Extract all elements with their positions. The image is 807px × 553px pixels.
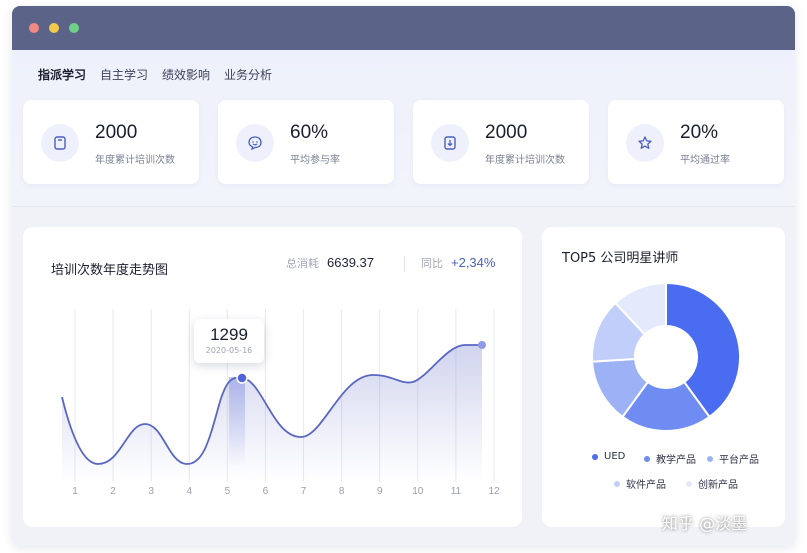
x-tick-label: 10 <box>412 486 424 497</box>
stat-value: 2000 <box>95 122 138 143</box>
legend-item-software[interactable]: 软件产品 <box>614 476 666 491</box>
x-tick-label: 2 <box>110 486 116 497</box>
stat-value: 20% <box>680 122 719 143</box>
x-tick-label: 3 <box>148 486 154 497</box>
legend-swatch <box>707 455 713 462</box>
tooltip-date: 2020-05-16 <box>205 346 253 355</box>
legend-label: 教学产品 <box>656 455 696 466</box>
legend-label: 平台产品 <box>719 455 759 466</box>
legend-label: 软件产品 <box>626 480 666 491</box>
x-tick-label: 1 <box>72 486 78 497</box>
legend-swatch <box>614 480 620 487</box>
tooltip-value: 1299 <box>210 325 248 344</box>
tab-bar: 指派学习 自主学习 绩效影响 业务分析 <box>38 66 272 83</box>
legend-item-teaching[interactable]: 教学产品 <box>644 451 696 466</box>
stat-label: 平均参与率 <box>290 155 340 166</box>
legend-item-innovation[interactable]: 创新产品 <box>686 476 738 491</box>
stat-label: 年度累计培训次数 <box>95 155 175 166</box>
legend-item-ued[interactable]: UED <box>592 451 625 462</box>
tab-self-learning[interactable]: 自主学习 <box>100 66 148 83</box>
legend-swatch <box>644 455 650 462</box>
minimize-window-button[interactable] <box>49 23 59 33</box>
x-tick-label: 5 <box>225 486 231 497</box>
trend-panel: 培训次数年度走势图 总消耗 6639.37 同比 +2,34% 1234567891… <box>23 227 522 527</box>
book-icon <box>41 124 79 162</box>
smile-icon <box>236 124 274 162</box>
x-tick-label: 11 <box>451 486 462 497</box>
stat-value: 2000 <box>485 122 528 143</box>
top5-panel: TOP5 公司明星讲师 UED 教学产品 平台产品 软件产品 创新产品 <box>542 227 785 527</box>
x-tick-label: 4 <box>186 486 192 497</box>
stat-card-participation-rate[interactable]: 60% 平均参与率 <box>218 100 394 184</box>
maximize-window-button[interactable] <box>69 23 79 33</box>
legend-swatch <box>592 453 598 460</box>
stat-card-annual-trainings-2[interactable]: 2000 年度累计培训次数 <box>413 100 589 184</box>
data-tooltip: 1299 2020-05-16 <box>194 319 264 363</box>
stat-label: 平均通过率 <box>680 155 730 166</box>
tab-business-analysis[interactable]: 业务分析 <box>224 66 272 83</box>
legend-label: UED <box>604 451 626 462</box>
overview-section: 指派学习 自主学习 绩效影响 业务分析 2000 年度累计培训次数 60% 平均… <box>12 50 795 206</box>
hover-band <box>229 377 245 467</box>
star-icon <box>626 124 664 162</box>
trend-line-chart: 1 2 3 4 5 6 7 8 9 10 11 12 <box>61 309 500 497</box>
legend-item-platform[interactable]: 平台产品 <box>707 451 759 466</box>
analytics-section: 培训次数年度走势图 总消耗 6639.37 同比 +2,34% 1234567891… <box>12 206 795 546</box>
tab-assigned-learning[interactable]: 指派学习 <box>38 66 86 83</box>
x-tick-label: 7 <box>301 486 307 497</box>
x-tick-label: 9 <box>377 486 383 497</box>
stat-label: 年度累计培训次数 <box>485 155 565 166</box>
legend-label: 创新产品 <box>698 480 738 491</box>
title-bar <box>12 6 795 50</box>
tab-performance-impact[interactable]: 绩效影响 <box>162 66 210 83</box>
x-tick-label: 12 <box>488 486 500 497</box>
highlight-point[interactable] <box>236 372 248 384</box>
stat-card-annual-trainings[interactable]: 2000 年度累计培训次数 <box>23 100 199 184</box>
legend-swatch <box>686 480 692 487</box>
stat-value: 60% <box>290 122 329 143</box>
end-point[interactable] <box>478 341 486 349</box>
stat-card-pass-rate[interactable]: 20% 平均通过率 <box>608 100 784 184</box>
app-window: 指派学习 自主学习 绩效影响 业务分析 2000 年度累计培训次数 60% 平均… <box>12 6 795 546</box>
x-tick-label: 8 <box>339 486 345 497</box>
close-window-button[interactable] <box>29 23 39 33</box>
x-tick-label: 6 <box>263 486 269 497</box>
download-doc-icon <box>431 124 469 162</box>
watermark: 知乎 @淡墨 <box>662 514 748 533</box>
